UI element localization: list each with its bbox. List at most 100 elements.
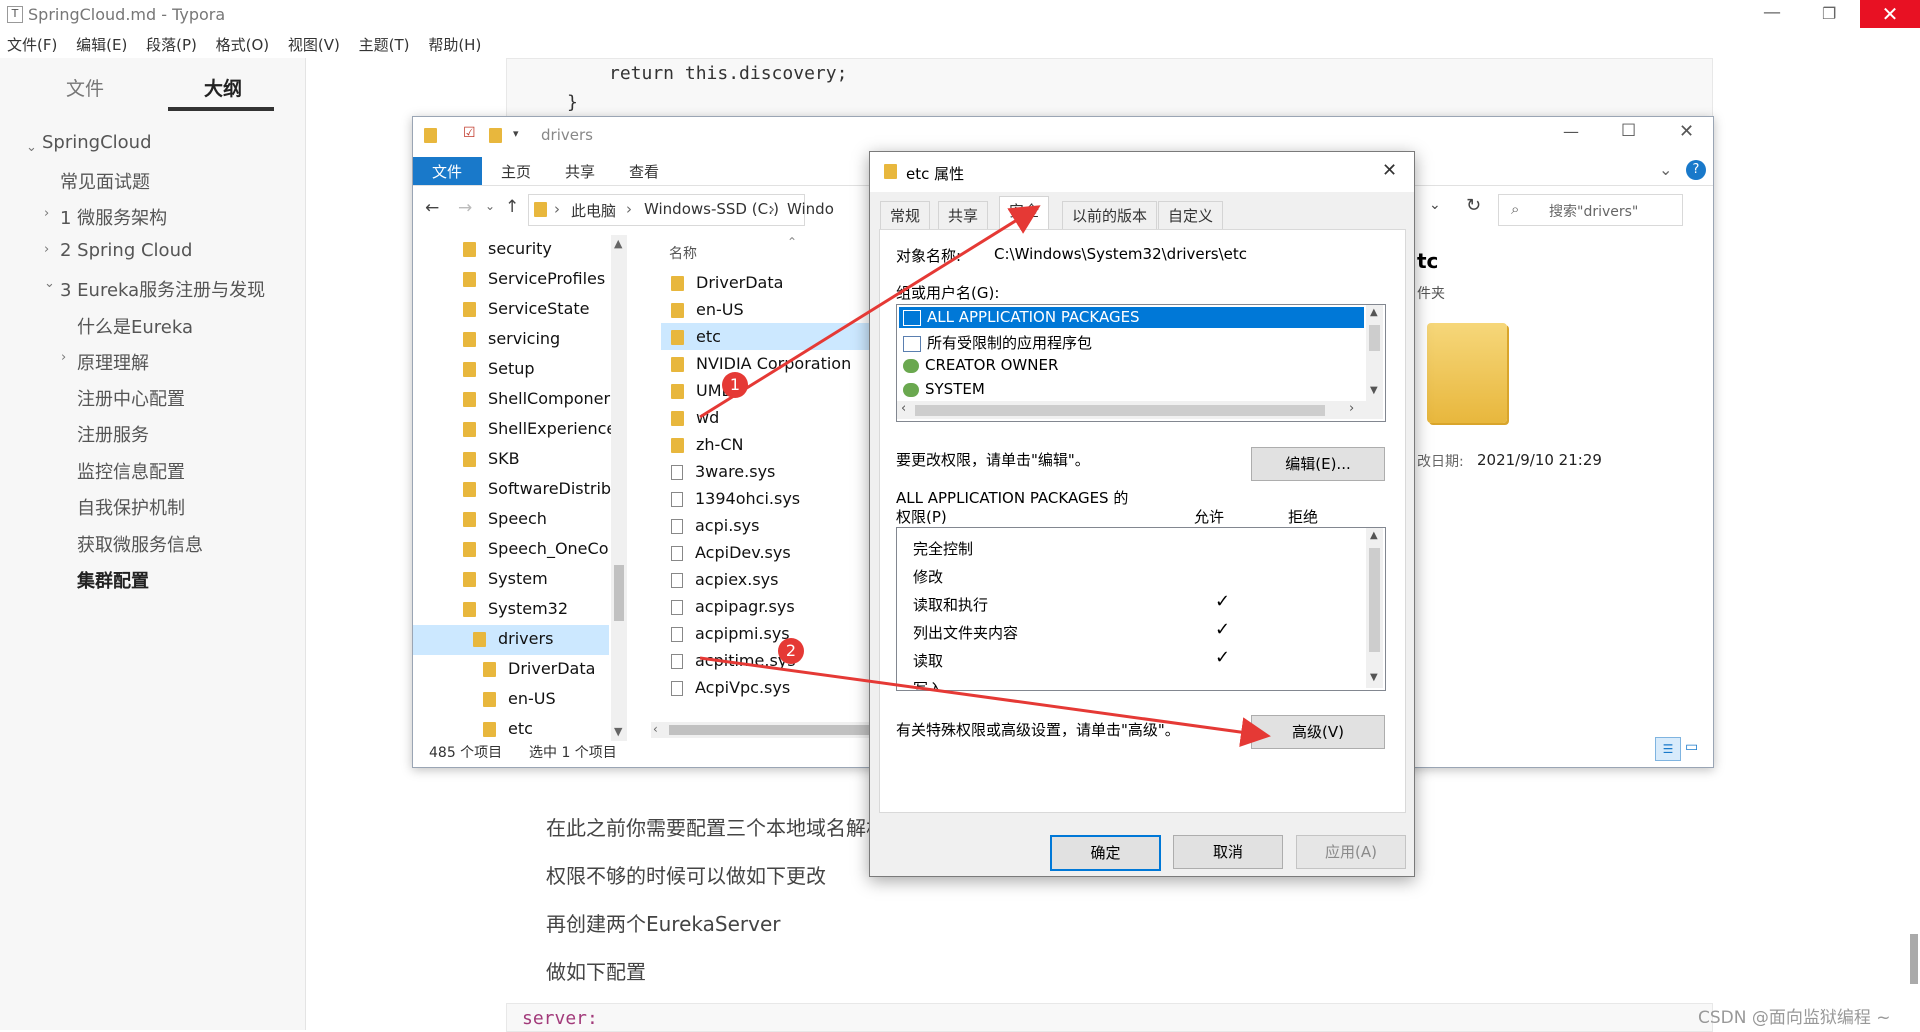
tab-view[interactable]: 查看 xyxy=(629,161,659,182)
expand-icon[interactable]: › xyxy=(61,350,66,365)
list-item[interactable]: acpitime.sys xyxy=(671,651,796,670)
menu-edit[interactable]: 编辑(E) xyxy=(76,34,127,55)
tree-item[interactable]: Setup xyxy=(463,359,535,378)
breadcrumb-c-drive[interactable]: Windows-SSD (C:) xyxy=(644,200,779,218)
scroll-left-icon[interactable]: ‹ xyxy=(653,722,658,736)
collapse-icon[interactable]: ⌄ xyxy=(26,140,37,155)
scrollbar-thumb[interactable] xyxy=(1369,325,1380,351)
code-block[interactable]: server: xyxy=(506,1003,1713,1032)
tab-home[interactable]: 主页 xyxy=(501,161,531,182)
tree-item[interactable]: ShellExperience xyxy=(463,419,616,438)
list-item[interactable]: 1394ohci.sys xyxy=(671,489,800,508)
tree-item[interactable]: en-US xyxy=(483,689,556,708)
address-bar[interactable]: › 此电脑 › Windows-SSD (C:) › Windo xyxy=(528,194,834,226)
paragraph[interactable]: 再创建两个EurekaServer xyxy=(546,908,780,937)
list-item[interactable]: AcpiVpc.sys xyxy=(671,678,790,697)
tree-item[interactable]: security xyxy=(463,239,552,258)
close-button[interactable]: ✕ xyxy=(1860,0,1920,28)
advanced-button[interactable]: 高级(V) xyxy=(1251,715,1385,749)
outline-item[interactable]: 2 Spring Cloud xyxy=(60,240,192,261)
scrollbar-thumb[interactable] xyxy=(1369,548,1380,652)
maximize-icon[interactable]: ☐ xyxy=(1621,121,1636,141)
scroll-up-icon[interactable]: ▲ xyxy=(1370,307,1378,318)
vertical-scrollbar[interactable]: ▲ ▼ xyxy=(1366,528,1383,688)
close-icon[interactable]: ✕ xyxy=(1679,121,1694,142)
refresh-icon[interactable]: ↻ xyxy=(1466,195,1481,216)
list-item[interactable]: acpi.sys xyxy=(671,516,759,535)
tab-files[interactable]: 文件 xyxy=(66,74,104,101)
group-item[interactable]: ALL APPLICATION PACKAGES xyxy=(903,308,1140,326)
tree-item[interactable]: ServiceState xyxy=(463,299,589,318)
tab-outline[interactable]: 大纲 xyxy=(204,74,242,101)
list-item[interactable]: DriverData xyxy=(671,273,783,292)
list-item[interactable]: acpiex.sys xyxy=(671,570,778,589)
edit-button[interactable]: 编辑(E)... xyxy=(1251,447,1385,481)
list-item[interactable]: NVIDIA Corporation xyxy=(671,354,851,373)
outline-item[interactable]: 什么是Eureka xyxy=(77,313,193,339)
outline-item[interactable]: 1 微服务架构 xyxy=(60,204,167,230)
scroll-left-icon[interactable]: ‹ xyxy=(901,401,906,416)
list-item[interactable]: 3ware.sys xyxy=(671,462,775,481)
paragraph[interactable]: 权限不够的时候可以做如下更改 xyxy=(546,860,826,889)
outline-item[interactable]: 注册服务 xyxy=(77,421,149,447)
outline-item[interactable]: 获取微服务信息 xyxy=(77,531,203,557)
address-dropdown-icon[interactable]: ⌄ xyxy=(1429,197,1441,213)
group-item[interactable]: 所有受限制的应用程序包 xyxy=(903,332,1092,353)
outline-item-active[interactable]: 集群配置 xyxy=(77,567,149,593)
search-box[interactable]: ⌕ 搜索"drivers" xyxy=(1498,194,1683,226)
outline-item[interactable]: 注册中心配置 xyxy=(77,385,185,411)
menu-theme[interactable]: 主题(T) xyxy=(359,34,410,55)
recent-dropdown-icon[interactable]: ⌄ xyxy=(485,199,495,213)
outline-item[interactable]: 自我保护机制 xyxy=(77,494,185,520)
menu-file[interactable]: 文件(F) xyxy=(7,34,57,55)
breadcrumb-windows[interactable]: Windo xyxy=(787,200,834,218)
back-icon[interactable]: ← xyxy=(425,198,439,218)
help-icon[interactable]: ? xyxy=(1686,160,1706,180)
scrollbar-thumb[interactable] xyxy=(1910,934,1918,984)
quick-access-dropdown-icon[interactable]: ▾ xyxy=(513,127,519,140)
tree-item[interactable]: SoftwareDistrib xyxy=(463,479,611,498)
forward-icon[interactable]: → xyxy=(458,198,472,218)
horizontal-scrollbar[interactable]: ‹ › xyxy=(897,401,1383,419)
list-item-selected[interactable]: etc xyxy=(671,327,721,346)
tree-item[interactable]: servicing xyxy=(463,329,560,348)
cancel-button[interactable]: 取消 xyxy=(1173,835,1283,869)
tab-sharing[interactable]: 共享 xyxy=(938,201,989,230)
outline-item[interactable]: SpringCloud xyxy=(42,132,152,153)
tree-item[interactable]: etc xyxy=(483,719,533,738)
scroll-up-icon[interactable]: ▲ xyxy=(1370,530,1378,541)
outline-item[interactable]: 原理理解 xyxy=(77,349,149,375)
new-folder-icon[interactable] xyxy=(489,128,502,143)
group-item[interactable]: CREATOR OWNER xyxy=(903,356,1058,374)
scroll-up-icon[interactable]: ▲ xyxy=(614,237,622,250)
tab-share[interactable]: 共享 xyxy=(565,161,595,182)
tab-file-label[interactable]: 文件 xyxy=(432,161,462,182)
list-item[interactable]: acpipagr.sys xyxy=(671,597,795,616)
tree-item[interactable]: System32 xyxy=(463,599,568,618)
expand-icon[interactable]: › xyxy=(44,242,49,257)
list-item[interactable]: zh-CN xyxy=(671,435,743,454)
scrollbar-thumb[interactable] xyxy=(915,405,1325,416)
large-icons-view-icon[interactable]: ▭ xyxy=(1685,739,1698,755)
scroll-down-icon[interactable]: ▼ xyxy=(1370,672,1378,683)
ok-button[interactable]: 确定 xyxy=(1050,835,1161,871)
properties-icon[interactable]: ☑ xyxy=(463,125,476,141)
ribbon-expand-icon[interactable]: ⌄ xyxy=(1659,160,1672,179)
tree-item[interactable]: Speech xyxy=(463,509,547,528)
list-item[interactable]: wd xyxy=(671,408,719,427)
menu-help[interactable]: 帮助(H) xyxy=(428,34,481,55)
breadcrumb-this-pc[interactable]: 此电脑 xyxy=(571,200,616,221)
outline-item[interactable]: 3 Eureka服务注册与发现 xyxy=(60,276,265,302)
scroll-right-icon[interactable]: › xyxy=(1349,401,1354,416)
tab-general[interactable]: 常规 xyxy=(880,201,931,230)
vertical-scrollbar[interactable]: ▲ ▼ xyxy=(1366,305,1383,401)
restore-icon[interactable]: ❐ xyxy=(1822,4,1836,23)
menu-format[interactable]: 格式(O) xyxy=(216,34,270,55)
list-item[interactable]: acpipmi.sys xyxy=(671,624,790,643)
nav-scrollbar[interactable]: ▲ ▼ xyxy=(611,235,627,741)
tree-item[interactable]: ShellComponer xyxy=(463,389,610,408)
list-item[interactable]: en-US xyxy=(671,300,744,319)
tree-item[interactable]: ServiceProfiles xyxy=(463,269,605,288)
outline-item[interactable]: 监控信息配置 xyxy=(77,458,185,484)
tree-item-selected[interactable]: drivers xyxy=(473,629,553,648)
